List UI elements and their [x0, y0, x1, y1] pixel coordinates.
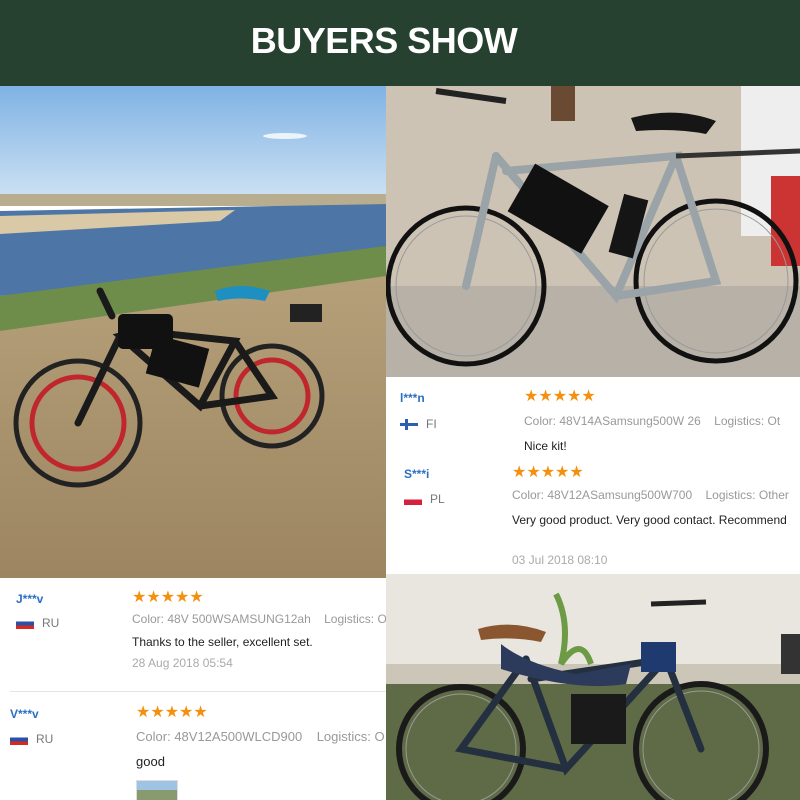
poland-flag-icon — [404, 493, 422, 505]
russia-flag-icon — [16, 617, 34, 629]
country-code: PL — [430, 492, 445, 506]
reviewer-name[interactable]: l***n — [400, 391, 425, 405]
order-details: Color: 48V12A500WLCD900 Logistics: O — [136, 729, 385, 744]
review-item: S***i PL ★★★★★ Color: 48V12ASamsung500W7… — [386, 454, 800, 574]
review-date: 03 Jul 2018 08:10 — [512, 553, 608, 567]
review-comment: Thanks to the seller, excellent set. — [132, 635, 313, 649]
buyer-photo-city-bike[interactable] — [386, 574, 800, 800]
buyers-show-page: BUYERS SHOW l***n FI ★★★★★ Color: 48V14A… — [0, 0, 800, 800]
review-item: l***n FI ★★★★★ Color: 48V14ASamsung500W … — [386, 377, 800, 454]
rating-stars: ★★★★★ — [524, 388, 596, 405]
russia-flag-icon — [10, 733, 28, 745]
country-code: RU — [42, 616, 60, 630]
reviewer-name[interactable]: S***i — [404, 467, 429, 481]
review-comment: Very good product. Very good contact. Re… — [512, 513, 787, 527]
review-list-bottom: J***v RU ★★★★★ Color: 48V 500WSAMSUNG12a… — [0, 578, 386, 800]
country-code: RU — [36, 732, 54, 746]
reviewer-country: RU — [10, 732, 53, 746]
review-list-top: l***n FI ★★★★★ Color: 48V14ASamsung500W … — [386, 377, 800, 574]
rating-stars: ★★★★★ — [512, 464, 584, 481]
rating-stars: ★★★★★ — [136, 704, 208, 721]
page-title: BUYERS SHOW — [250, 20, 518, 61]
finland-flag-icon — [400, 418, 418, 430]
review-item: J***v RU ★★★★★ Color: 48V 500WSAMSUNG12a… — [0, 578, 386, 690]
reviewer-country: FI — [400, 417, 437, 431]
review-comment: good — [136, 754, 165, 769]
reviewer-name[interactable]: J***v — [16, 592, 43, 606]
order-details: Color: 48V14ASamsung500W 26 Logistics: O… — [524, 414, 781, 428]
order-details: Color: 48V 500WSAMSUNG12ah Logistics: O — [132, 612, 386, 626]
review-photo-thumbnail[interactable] — [136, 780, 178, 800]
review-comment: Nice kit! — [524, 439, 567, 453]
reviewer-name[interactable]: V***v — [10, 707, 39, 721]
rating-stars: ★★★★★ — [132, 589, 204, 606]
header-banner: BUYERS SHOW — [0, 0, 800, 86]
buyer-photo-river-bike[interactable] — [0, 86, 386, 578]
review-item: V***v RU ★★★★★ Color: 48V12A500WLCD900 L… — [0, 692, 386, 800]
order-details: Color: 48V12ASamsung500W700 Logistics: O… — [512, 488, 789, 502]
reviewer-country: RU — [16, 616, 59, 630]
buyer-photo-trekking-bike[interactable] — [386, 86, 800, 377]
review-date: 28 Aug 2018 05:54 — [132, 656, 233, 670]
reviewer-country: PL — [404, 492, 445, 506]
country-code: FI — [426, 417, 437, 431]
